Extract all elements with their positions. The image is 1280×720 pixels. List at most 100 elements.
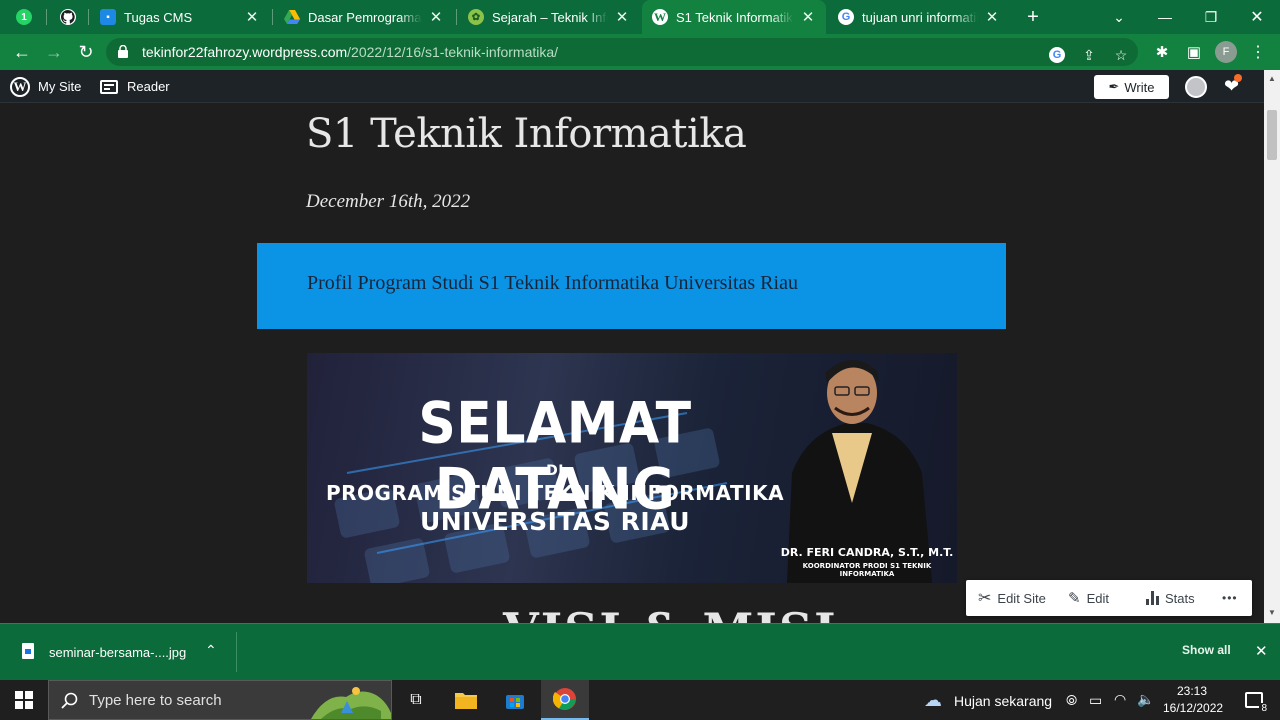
close-window-button[interactable]: ✕ xyxy=(1234,0,1280,34)
wordpress-admin-bar: W My Site Reader ✒ Write ❤ xyxy=(0,70,1264,103)
tab-github[interactable] xyxy=(48,0,88,34)
google-lens-icon[interactable]: G xyxy=(1048,46,1066,64)
post-content: S1 Teknik Informatika December 16th, 202… xyxy=(0,103,1264,623)
search-highlight-illustration xyxy=(311,687,391,719)
tab-tugas-cms[interactable]: ▪ Tugas CMS ✕ xyxy=(90,0,270,34)
write-label: Write xyxy=(1124,79,1155,95)
stats-button[interactable]: Stats xyxy=(1146,580,1195,616)
download-bar: seminar-bersama-....jpg ⌃ Show all ✕ xyxy=(0,623,1280,680)
chrome-icon xyxy=(553,688,576,710)
file-icon xyxy=(22,643,34,659)
close-tab-icon[interactable]: ✕ xyxy=(984,8,1000,26)
meet-now-icon[interactable]: ⦾ xyxy=(1066,692,1077,709)
task-view-button[interactable]: ⧉ xyxy=(392,680,440,720)
extensions-icon[interactable]: ✱ xyxy=(1150,40,1174,64)
download-filename[interactable]: seminar-bersama-....jpg xyxy=(49,645,186,660)
task-view-icon: ⧉ xyxy=(410,691,422,708)
chat-bubble-icon: 8 xyxy=(1245,692,1269,714)
forward-button[interactable]: → xyxy=(42,40,66,64)
reader-link[interactable]: Reader xyxy=(100,70,170,103)
whatsapp-icon: 1 xyxy=(16,9,32,25)
avatar-icon xyxy=(1185,75,1207,98)
highlight-block: Profil Program Studi S1 Teknik Informati… xyxy=(257,243,1006,329)
post-title: S1 Teknik Informatika xyxy=(306,111,747,157)
profile-initial: F xyxy=(1215,41,1237,63)
side-panel-icon[interactable]: ▣ xyxy=(1182,40,1206,64)
tab-sejarah[interactable]: ✿ Sejarah – Teknik Informatika ✕ xyxy=(458,0,640,34)
profile-avatar[interactable]: F xyxy=(1214,40,1238,64)
site-icon: ✿ xyxy=(468,9,484,25)
restore-button[interactable]: ❐ xyxy=(1188,0,1234,34)
wordpress-logo-icon: W xyxy=(10,76,30,97)
stats-label: Stats xyxy=(1165,590,1195,606)
microsoft-store-button[interactable] xyxy=(491,680,539,720)
minimize-button[interactable]: — xyxy=(1142,0,1188,34)
chrome-taskbar-button[interactable] xyxy=(541,680,589,720)
pen-icon: ✒ xyxy=(1108,79,1120,94)
notification-center-button[interactable]: 8 xyxy=(1234,680,1274,720)
banner-line-program: PROGRAM STUDI TEKNIK INFORMATIKA xyxy=(325,481,785,505)
lock-icon[interactable] xyxy=(118,45,128,58)
reload-button[interactable]: ↻ xyxy=(74,40,98,64)
folder-icon xyxy=(455,693,477,709)
weather-text[interactable]: Hujan sekarang xyxy=(954,693,1052,709)
close-tab-icon[interactable]: ✕ xyxy=(614,8,630,26)
close-tab-icon[interactable]: ✕ xyxy=(244,8,260,26)
share-icon[interactable]: ⇪ xyxy=(1080,46,1098,64)
notifications-button[interactable]: ❤ xyxy=(1224,70,1243,103)
scrollbar-thumb[interactable] xyxy=(1267,110,1277,160)
store-icon xyxy=(506,695,524,709)
wordpress-icon: W xyxy=(652,9,668,25)
file-explorer-button[interactable] xyxy=(442,680,490,720)
edit-site-button[interactable]: ✂ Edit Site xyxy=(978,580,1046,616)
scroll-up-arrow[interactable]: ▲ xyxy=(1268,74,1276,83)
address-bar[interactable]: tekinfor22fahrozy.wordpress.com/2022/12/… xyxy=(106,38,1138,66)
highlight-text: Profil Program Studi S1 Teknik Informati… xyxy=(307,272,798,294)
chrome-menu-icon[interactable]: ⋮ xyxy=(1246,40,1270,64)
tools-icon: ✂ xyxy=(978,590,992,607)
url-text: tekinfor22fahrozy.wordpress.com/2022/12/… xyxy=(142,44,558,60)
battery-icon[interactable]: ▭ xyxy=(1089,692,1102,709)
banner-caption-role: KOORDINATOR PRODI S1 TEKNIK INFORMATIKA xyxy=(802,562,932,578)
bar-chart-icon xyxy=(1146,591,1159,605)
more-options-button[interactable]: ••• xyxy=(1222,580,1238,616)
visi-misi-heading: VISI & MISI xyxy=(503,603,838,623)
write-button[interactable]: ✒ Write xyxy=(1094,75,1169,99)
tab-title: tujuan unri informatika xyxy=(862,9,978,25)
more-icon: ••• xyxy=(1222,591,1238,605)
wifi-icon[interactable]: ◠ xyxy=(1114,691,1126,708)
chevron-up-icon[interactable]: ⌃ xyxy=(205,642,217,659)
my-site-link[interactable]: W My Site xyxy=(10,70,81,103)
tab-search-button[interactable]: ⌄ xyxy=(1096,0,1142,34)
post-date: December 16th, 2022 xyxy=(306,191,471,212)
user-avatar[interactable] xyxy=(1185,70,1207,103)
show-all-downloads-button[interactable]: Show all xyxy=(1172,643,1241,657)
clock-date[interactable]: 16/12/2022 xyxy=(1163,701,1223,715)
bookmark-star-icon[interactable]: ☆ xyxy=(1112,46,1130,64)
scroll-down-arrow[interactable]: ▼ xyxy=(1268,608,1276,617)
tab-google-search[interactable]: G tujuan unri informatika ✕ xyxy=(828,0,1010,34)
edit-button[interactable]: ✎ Edit xyxy=(1068,580,1109,616)
volume-icon[interactable]: 🔈 xyxy=(1137,691,1154,708)
close-tab-icon[interactable]: ✕ xyxy=(800,8,816,26)
close-tab-icon[interactable]: ✕ xyxy=(428,8,444,26)
tab-dasar-pemrograman[interactable]: Dasar Pemrograman Python ✕ xyxy=(274,0,454,34)
tab-title: Dasar Pemrograman Python xyxy=(308,9,422,25)
close-download-bar-icon[interactable]: ✕ xyxy=(1255,642,1268,660)
notification-bell-icon: ❤ xyxy=(1224,74,1243,97)
banner-caption-name: DR. FERI CANDRA, S.T., M.T. xyxy=(780,546,954,559)
tab-s1-teknik-informatika[interactable]: W S1 Teknik Informatika – tekinfor22fahr… xyxy=(642,0,826,34)
new-tab-button[interactable]: + xyxy=(1010,0,1056,34)
back-button[interactable]: ← xyxy=(10,40,34,64)
taskbar-search-box[interactable]: Type here to search xyxy=(48,680,392,720)
edit-site-label: Edit Site xyxy=(997,590,1046,606)
tab-whatsapp[interactable]: 1 xyxy=(4,0,44,34)
drive-icon xyxy=(284,9,300,25)
weather-widget[interactable]: ☁ xyxy=(918,680,948,720)
url-path: /2022/12/16/s1-teknik-informatika/ xyxy=(347,44,559,60)
clock-time[interactable]: 23:13 xyxy=(1177,684,1207,698)
page-scrollbar[interactable]: ▲ ▼ xyxy=(1264,70,1280,623)
search-icon xyxy=(61,692,78,709)
start-button[interactable] xyxy=(0,680,48,720)
edit-label: Edit xyxy=(1086,590,1109,606)
